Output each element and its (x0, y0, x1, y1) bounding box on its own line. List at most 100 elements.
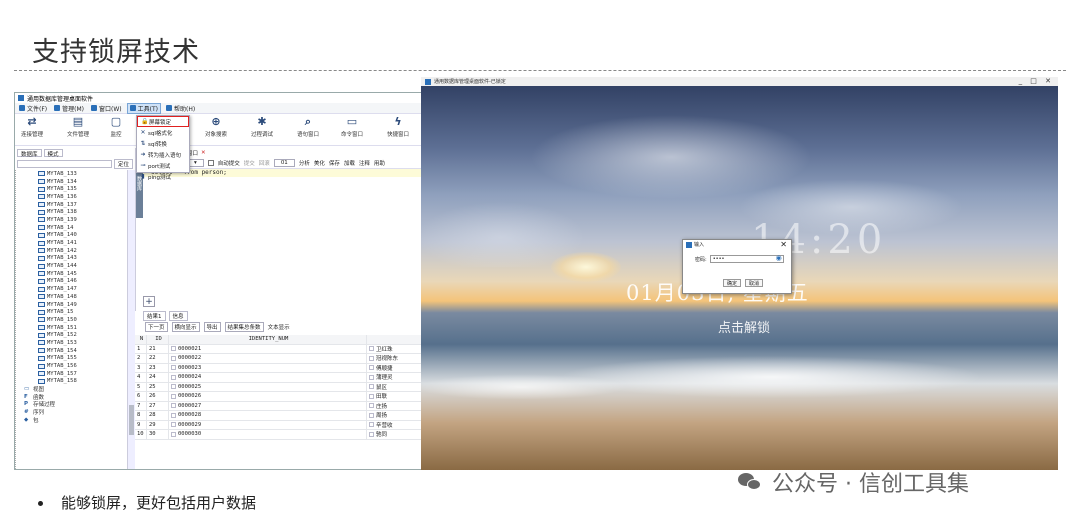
beautify-button[interactable]: 美化 (314, 159, 325, 167)
save-button[interactable]: 保存 (329, 159, 340, 167)
tree-item-table[interactable]: MYTAB_139 (38, 216, 127, 224)
table-cell[interactable]: 27 (147, 401, 169, 410)
tree-item-table[interactable]: MYTAB_14 (38, 224, 127, 232)
toolbar-button[interactable]: ⇄ 连接管理 (21, 116, 43, 139)
tab-result-1[interactable]: 结果1 (143, 311, 166, 321)
column-header[interactable]: IDENTITY_NUM (169, 335, 367, 344)
table-cell[interactable]: 23 (147, 363, 169, 372)
password-input[interactable]: •••• ◉ (709, 255, 784, 263)
tree-item-table[interactable]: MYTAB_135 (38, 185, 127, 193)
table-cell[interactable]: 0000026 (169, 392, 367, 401)
table-cell[interactable]: 0000022 (169, 354, 367, 363)
table-cell[interactable]: 22 (147, 354, 169, 363)
table-cell[interactable]: 0000023 (169, 363, 367, 372)
tools-menu-item[interactable]: ⇅ sql转换 (137, 138, 189, 149)
table-cell[interactable]: 0000027 (169, 401, 367, 410)
table-cell[interactable]: 0000030 (169, 430, 367, 439)
table-cell[interactable]: 1 (135, 344, 147, 353)
table-cell[interactable]: 6 (135, 392, 147, 401)
tree-item-table[interactable]: MYTAB_15 (38, 308, 127, 316)
rollback-button[interactable]: 回滚 (259, 159, 270, 167)
table-cell[interactable]: 0000021 (169, 344, 367, 353)
tab-schema[interactable]: 模式 (43, 149, 63, 158)
scroll-thumb[interactable] (129, 405, 134, 435)
tree-item-table[interactable]: MYTAB_142 (38, 247, 127, 255)
tree-item-table[interactable]: MYTAB_146 (38, 278, 127, 286)
table-cell[interactable]: 0000028 (169, 411, 367, 420)
table-cell[interactable]: 0000024 (169, 373, 367, 382)
table-cell[interactable]: 10 (135, 430, 147, 439)
toolbar-button[interactable]: ▭ 命令窗口 (341, 116, 363, 139)
table-cell[interactable]: 3 (135, 363, 147, 372)
table-cell[interactable]: 29 (147, 420, 169, 429)
tree-item-group[interactable]: F 函数 (24, 393, 127, 401)
table-cell[interactable]: 30 (147, 430, 169, 439)
toolbar-button[interactable]: ✱ 过程调试 (251, 116, 273, 139)
tree-item-table[interactable]: MYTAB_156 (38, 362, 127, 370)
cancel-button[interactable]: 取消 (745, 279, 764, 287)
menu-file[interactable]: 文件(F) (17, 104, 49, 113)
window-controls[interactable]: _ □ ✕ (1019, 77, 1054, 85)
table-cell[interactable]: 28 (147, 411, 169, 420)
tree-item-table[interactable]: MYTAB_154 (38, 347, 127, 355)
tools-menu-item[interactable]: ⊸ port测试 (137, 160, 189, 171)
menu-window[interactable]: 窗口(W) (89, 104, 124, 113)
menu-help[interactable]: 帮助(H) (164, 104, 197, 113)
eye-icon[interactable]: ◉ (776, 255, 782, 262)
lock-screen[interactable]: 通用数据库管理桌面软件-已锁定 _ □ ✕ 14:20 01月03日, 星期五 … (421, 77, 1058, 470)
next-page-button[interactable]: 下一页 (145, 322, 168, 332)
menu-item-lock-screen[interactable]: 🔒 屏幕锁定 (137, 116, 189, 127)
tree-item-table[interactable]: MYTAB_153 (38, 339, 127, 347)
tree-item-group[interactable]: # 序列 (24, 408, 127, 416)
toolbar-button[interactable]: ▤ 文件管理 (67, 116, 89, 139)
tree-item-table[interactable]: MYTAB_138 (38, 208, 127, 216)
tree-item-group[interactable]: ▭ 视图 (24, 385, 127, 393)
tree-item-table[interactable]: MYTAB_145 (38, 270, 127, 278)
table-cell[interactable]: 26 (147, 392, 169, 401)
tree-item-group[interactable]: ◆ 包 (24, 416, 127, 424)
table-cell[interactable]: 24 (147, 373, 169, 382)
locate-button[interactable]: 定位 (113, 158, 133, 169)
tab-info[interactable]: 信息 (168, 311, 188, 321)
table-cell[interactable]: 8 (135, 411, 147, 420)
column-header[interactable]: ID (147, 335, 169, 344)
tree-item-table[interactable]: MYTAB_150 (38, 316, 127, 324)
tree-item-table[interactable]: MYTAB_140 (38, 232, 127, 240)
tree-item-table[interactable]: MYTAB_137 (38, 201, 127, 209)
tree-item-table[interactable]: MYTAB_144 (38, 262, 127, 270)
table-cell[interactable]: 5 (135, 382, 147, 391)
text-view-checkbox[interactable]: 文本显示 (268, 323, 290, 331)
tree-item-table[interactable]: MYTAB_151 (38, 324, 127, 332)
menu-tools[interactable]: 工具(T) (126, 102, 161, 114)
table-cell[interactable]: 21 (147, 344, 169, 353)
autocommit-checkbox[interactable] (207, 159, 214, 166)
tree-scrollbar[interactable] (127, 170, 135, 469)
tree-item-table[interactable]: MYTAB_147 (38, 285, 127, 293)
add-tab-button[interactable]: + (143, 296, 155, 307)
ok-button[interactable]: 确定 (723, 279, 742, 287)
horizontal-view-select[interactable]: 横向显示 (171, 322, 200, 332)
tree-item-table[interactable]: MYTAB_157 (38, 370, 127, 378)
tree-item-table[interactable]: MYTAB_149 (38, 301, 127, 309)
comment-button[interactable]: 注释 (359, 159, 370, 167)
toolbar-button[interactable]: ϟ 快捷窗口 (387, 116, 409, 139)
toolbar-button[interactable]: ⌕ 语句窗口 (297, 116, 319, 139)
tree-item-table[interactable]: MYTAB_148 (38, 293, 127, 301)
close-icon[interactable]: ✕ (780, 240, 787, 249)
table-cell[interactable]: 0000029 (169, 420, 367, 429)
table-cell[interactable]: 2 (135, 354, 147, 363)
tools-menu-item[interactable]: ▮ ping测试 (137, 171, 189, 182)
export-button[interactable]: 导出 (203, 322, 221, 332)
tree-search-input[interactable] (17, 159, 112, 168)
unlock-hint[interactable]: 点击解锁 (718, 317, 770, 336)
tools-menu-item[interactable]: ✕ sql格式化 (137, 127, 189, 138)
column-header[interactable]: N (135, 335, 147, 344)
menu-gear[interactable]: 管理(M) (52, 104, 86, 113)
limit-field[interactable]: 01 (273, 158, 295, 167)
close-icon[interactable]: ✕ (201, 150, 206, 156)
tree-item-table[interactable]: MYTAB_141 (38, 239, 127, 247)
table-cell[interactable]: 9 (135, 420, 147, 429)
load-button[interactable]: 加载 (344, 159, 355, 167)
tools-menu-item[interactable]: ➜ 转为插入语句 (137, 149, 189, 160)
table-cell[interactable]: 7 (135, 401, 147, 410)
